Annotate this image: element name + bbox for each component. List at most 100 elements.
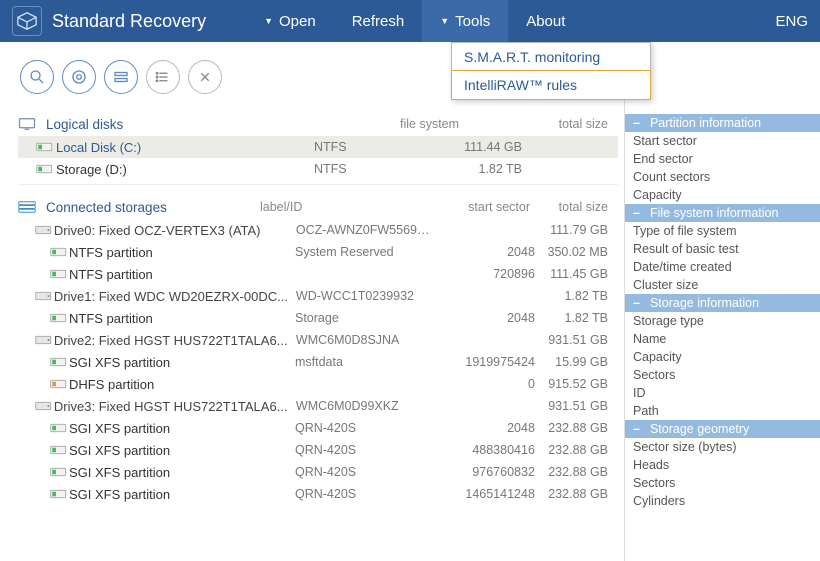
partition-label: QRN-420S xyxy=(295,465,432,479)
partition-size: 232.88 GB xyxy=(535,421,618,435)
panel-title: Storage information xyxy=(650,296,759,310)
menu-open[interactable]: ▼ Open xyxy=(246,0,334,42)
menu-refresh[interactable]: Refresh xyxy=(334,0,423,42)
partition-row[interactable]: SGI XFS partitionQRN-420S2048232.88 GB xyxy=(18,417,618,439)
panel-field: Sectors xyxy=(625,366,820,384)
menu-tools-label: Tools xyxy=(455,13,490,30)
panel-header[interactable]: –Partition information xyxy=(625,114,820,132)
panel-field: ID xyxy=(625,384,820,402)
partition-name: SGI XFS partition xyxy=(69,487,295,502)
partition-start: 0 xyxy=(432,377,535,391)
partition-row[interactable]: SGI XFS partitionmsftdata191997542415.99… xyxy=(18,351,618,373)
raid-button[interactable] xyxy=(104,60,138,94)
partition-label: System Reserved xyxy=(295,245,432,259)
partition-icon xyxy=(50,488,69,500)
drive-size: 931.51 GB xyxy=(535,399,618,413)
panel-header[interactable]: –Storage information xyxy=(625,294,820,312)
drive-size: 111.79 GB xyxy=(535,223,618,237)
tools-intelliraw[interactable]: IntelliRAW™ rules xyxy=(451,70,651,100)
partition-name: NTFS partition xyxy=(69,311,295,326)
drive-name: Drive2: Fixed HGST HUS722T1TALA6... xyxy=(54,333,296,348)
list-button[interactable] xyxy=(146,60,180,94)
logical-disk-row[interactable]: Storage (D:)NTFS1.82 TB xyxy=(18,158,618,180)
storage-icon xyxy=(18,200,38,214)
partition-size: 111.45 GB xyxy=(535,267,618,281)
partition-size: 915.52 GB xyxy=(535,377,618,391)
partition-row[interactable]: SGI XFS partitionQRN-420S488380416232.88… xyxy=(18,439,618,461)
partition-row[interactable]: SGI XFS partitionQRN-420S1465141248232.8… xyxy=(18,483,618,505)
close-button[interactable] xyxy=(188,60,222,94)
target-button[interactable] xyxy=(62,60,96,94)
app-title: Standard Recovery xyxy=(52,11,206,32)
chevron-down-icon: ▼ xyxy=(264,16,273,26)
partition-start: 2048 xyxy=(432,245,535,259)
disk-size: 1.82 TB xyxy=(444,162,532,176)
partition-start: 976760832 xyxy=(432,465,535,479)
drive-size: 1.82 TB xyxy=(535,289,618,303)
partition-row[interactable]: DHFS partition0915.52 GB xyxy=(18,373,618,395)
collapse-icon: – xyxy=(633,422,640,436)
titlebar: Standard Recovery ▼ Open Refresh ▼Tools A… xyxy=(0,0,820,42)
section-connected-title: Connected storages xyxy=(46,200,167,215)
panel-header[interactable]: –Storage geometry xyxy=(625,420,820,438)
partition-size: 350.02 MB xyxy=(535,245,618,259)
main-menu: ▼ Open Refresh ▼Tools About xyxy=(246,0,583,42)
partition-name: SGI XFS partition xyxy=(69,421,295,436)
panel-field: Path xyxy=(625,402,820,420)
panel-title: Partition information xyxy=(650,116,761,130)
partition-row[interactable]: NTFS partitionSystem Reserved2048350.02 … xyxy=(18,241,618,263)
drive-name: Drive3: Fixed HGST HUS722T1TALA6... xyxy=(54,399,296,414)
logical-disk-row[interactable]: Local Disk (C:)NTFS111.44 GB xyxy=(18,136,618,158)
disk-fs: NTFS xyxy=(314,140,444,154)
language-switcher[interactable]: ENG xyxy=(775,13,808,30)
partition-label: QRN-420S xyxy=(295,443,432,457)
drive-row[interactable]: Drive3: Fixed HGST HUS722T1TALA6...WMC6M… xyxy=(18,395,618,417)
partition-start: 1919975424 xyxy=(432,355,535,369)
menu-refresh-label: Refresh xyxy=(352,13,405,30)
partition-icon xyxy=(50,268,69,280)
panel-field: Capacity xyxy=(625,348,820,366)
drive-name: Drive0: Fixed OCZ-VERTEX3 (ATA) xyxy=(54,223,296,238)
partition-icon xyxy=(50,378,69,390)
drive-row[interactable]: Drive0: Fixed OCZ-VERTEX3 (ATA)OCZ-AWNZ0… xyxy=(18,219,618,241)
panel-field: Date/time created xyxy=(625,258,820,276)
partition-name: SGI XFS partition xyxy=(69,443,295,458)
drive-row[interactable]: Drive1: Fixed WDC WD20EZRX-00DC...WD-WCC… xyxy=(18,285,618,307)
app-logo-icon xyxy=(12,6,42,36)
partition-start: 2048 xyxy=(432,421,535,435)
partition-label: msftdata xyxy=(295,355,432,369)
menu-about[interactable]: About xyxy=(508,0,583,42)
tools-dropdown: S.M.A.R.T. monitoring IntelliRAW™ rules xyxy=(451,42,651,100)
tools-smart[interactable]: S.M.A.R.T. monitoring xyxy=(452,43,650,71)
partition-icon xyxy=(50,356,69,368)
panel-field: Cylinders xyxy=(625,492,820,510)
partition-start: 1465141248 xyxy=(432,487,535,501)
monitor-icon xyxy=(18,117,38,131)
drive-icon xyxy=(35,400,54,412)
partition-label: QRN-420S xyxy=(295,421,432,435)
drive-row[interactable]: Drive2: Fixed HGST HUS722T1TALA6...WMC6M… xyxy=(18,329,618,351)
partition-size: 15.99 GB xyxy=(535,355,618,369)
partition-row[interactable]: NTFS partitionStorage20481.82 TB xyxy=(18,307,618,329)
panel-field: Start sector xyxy=(625,132,820,150)
scan-button[interactable] xyxy=(20,60,54,94)
drive-size: 931.51 GB xyxy=(535,333,618,347)
partition-start: 720896 xyxy=(432,267,535,281)
partition-start: 2048 xyxy=(432,311,535,325)
section-logical-title: Logical disks xyxy=(46,117,123,132)
menu-open-label: Open xyxy=(279,13,316,30)
collapse-icon: – xyxy=(633,206,640,220)
partition-start: 488380416 xyxy=(432,443,535,457)
disk-icon xyxy=(36,163,56,175)
drive-label: WD-WCC1T0239932 xyxy=(296,289,432,303)
partition-row[interactable]: SGI XFS partitionQRN-420S976760832232.88… xyxy=(18,461,618,483)
drive-icon xyxy=(35,290,54,302)
partition-icon xyxy=(50,444,69,456)
partition-name: SGI XFS partition xyxy=(69,465,295,480)
menu-tools[interactable]: ▼Tools xyxy=(422,0,508,42)
drive-icon xyxy=(35,224,54,236)
partition-size: 232.88 GB xyxy=(535,465,618,479)
col-label: label/ID xyxy=(260,200,420,214)
partition-row[interactable]: NTFS partition720896111.45 GB xyxy=(18,263,618,285)
panel-header[interactable]: –File system information xyxy=(625,204,820,222)
